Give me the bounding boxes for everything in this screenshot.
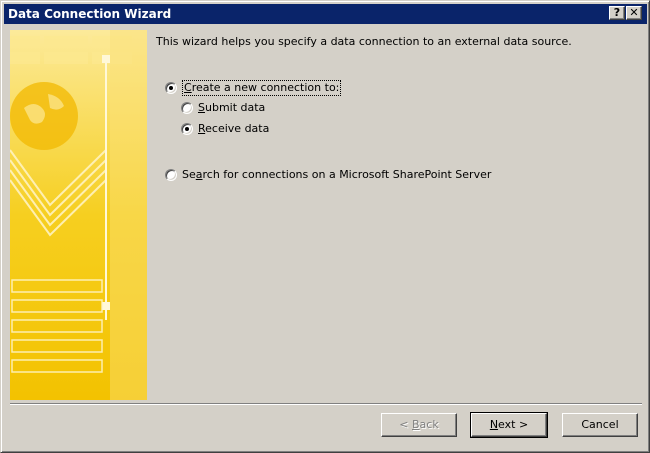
radio-search-sharepoint[interactable]: Search for connections on a Microsoft Sh… [165,168,491,182]
radio-button[interactable] [181,123,193,135]
cancel-button[interactable]: Cancel [562,413,638,437]
window-title: Data Connection Wizard [8,7,172,21]
radio-label: Create a new connection to: [182,80,342,96]
radio-create-new-connection[interactable]: Create a new connection to: [165,80,342,96]
radio-label: Receive data [198,122,270,135]
radio-label: Submit data [198,101,266,114]
banner-graphic [10,30,147,400]
dialog-window: Data Connection Wizard ? ✕ This wizard h… [0,0,650,453]
title-bar[interactable]: Data Connection Wizard ? ✕ [4,4,647,24]
intro-text: This wizard helps you specify a data con… [156,35,572,48]
radio-submit-data[interactable]: Submit data [181,101,265,115]
radio-selected-dot [185,127,189,131]
next-button[interactable]: Next > [470,412,548,438]
radio-button[interactable] [181,102,193,114]
button-separator [10,403,642,405]
close-button[interactable]: ✕ [626,6,642,20]
wizard-banner-image [10,30,147,400]
radio-label: Search for connections on a Microsoft Sh… [182,168,492,181]
back-button[interactable]: < Back [381,413,457,437]
radio-selected-dot [169,86,173,90]
radio-button[interactable] [165,82,177,94]
radio-button[interactable] [165,169,177,181]
help-button[interactable]: ? [609,6,625,20]
radio-receive-data[interactable]: Receive data [181,122,269,136]
